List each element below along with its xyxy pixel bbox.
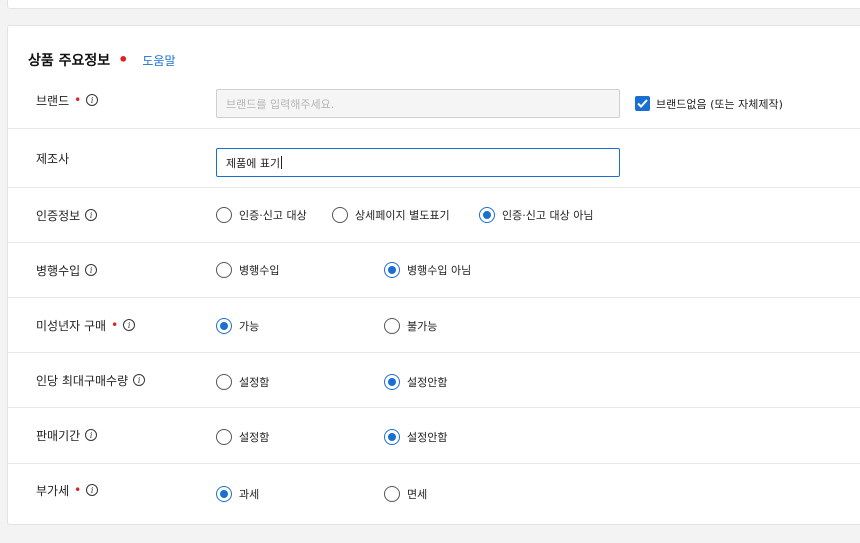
info-icon[interactable]: i bbox=[85, 264, 98, 276]
parallel-import-option-1[interactable]: 병행수입 아님 bbox=[384, 262, 471, 278]
manufacturer-row: 제조사 제품에 표기 bbox=[8, 128, 860, 188]
required-dot: • bbox=[74, 93, 82, 107]
vat-label-text: 부가세 bbox=[36, 483, 70, 498]
certification-label-text: 인증정보 bbox=[36, 208, 81, 223]
certification-option-1[interactable]: 상세페이지 별도표기 bbox=[332, 207, 450, 223]
required-dot: • bbox=[111, 318, 119, 332]
minor-purchase-option-0[interactable]: 가능 bbox=[216, 318, 259, 334]
vat-option-1[interactable]: 면세 bbox=[384, 486, 427, 502]
minor-purchase-option-1[interactable]: 불가능 bbox=[384, 318, 437, 334]
vat-row: 부가세 • i 과세 면세 bbox=[8, 464, 860, 522]
radio-icon[interactable] bbox=[384, 318, 400, 334]
max-purchase-row: 인당 최대구매수량 i 설정함 설정안함 bbox=[8, 353, 860, 408]
brand-label: 브랜드 • i bbox=[36, 90, 99, 110]
info-icon[interactable]: i bbox=[85, 429, 98, 441]
required-dot: • bbox=[74, 483, 82, 497]
sale-period-label-text: 판매기간 bbox=[36, 428, 81, 443]
certification-label: 인증정보 i bbox=[36, 205, 98, 225]
certification-row: 인증정보 i 인증·신고 대상 상세페이지 별도표기 인증·신고 대상 아님 bbox=[8, 188, 860, 243]
sale-period-option-1[interactable]: 설정안함 bbox=[384, 429, 447, 445]
certification-option-0[interactable]: 인증·신고 대상 bbox=[216, 207, 307, 223]
sale-period-option-0[interactable]: 설정함 bbox=[216, 429, 269, 445]
radio-label: 설정안함 bbox=[407, 431, 448, 444]
radio-label: 설정함 bbox=[239, 376, 270, 389]
radio-label: 면세 bbox=[407, 488, 428, 501]
radio-checked-icon[interactable] bbox=[479, 207, 495, 223]
radio-icon[interactable] bbox=[216, 429, 232, 445]
radio-icon[interactable] bbox=[216, 207, 232, 223]
info-icon[interactable]: i bbox=[85, 209, 98, 221]
radio-checked-icon[interactable] bbox=[384, 429, 400, 445]
radio-label: 상세페이지 별도표기 bbox=[355, 209, 450, 222]
manufacturer-label: 제조사 bbox=[36, 148, 69, 168]
max-purchase-option-0[interactable]: 설정함 bbox=[216, 374, 269, 390]
minor-purchase-row: 미성년자 구매 • i 가능 불가능 bbox=[8, 298, 860, 353]
previous-card bbox=[7, 0, 860, 9]
checkbox-checked-icon[interactable] bbox=[635, 96, 650, 111]
sale-period-label: 판매기간 i bbox=[36, 425, 98, 445]
radio-label: 인증·신고 대상 아님 bbox=[502, 209, 594, 222]
parallel-import-row: 병행수입 i 병행수입 병행수입 아님 bbox=[8, 243, 860, 298]
parallel-import-option-0[interactable]: 병행수입 bbox=[216, 262, 279, 278]
max-purchase-label-text: 인당 최대구매수량 bbox=[36, 373, 129, 388]
parallel-import-label-text: 병행수입 bbox=[36, 263, 81, 278]
parallel-import-label: 병행수입 i bbox=[36, 260, 98, 280]
radio-label: 병행수입 아님 bbox=[407, 264, 472, 277]
help-link[interactable]: 도움말 bbox=[142, 52, 175, 69]
radio-icon[interactable] bbox=[384, 486, 400, 502]
radio-label: 과세 bbox=[239, 488, 260, 501]
info-icon[interactable]: i bbox=[123, 319, 136, 331]
radio-icon[interactable] bbox=[216, 262, 232, 278]
brand-label-text: 브랜드 bbox=[36, 93, 70, 108]
radio-label: 가능 bbox=[239, 320, 260, 333]
max-purchase-label: 인당 최대구매수량 i bbox=[36, 370, 146, 390]
radio-icon[interactable] bbox=[216, 374, 232, 390]
certification-option-2[interactable]: 인증·신고 대상 아님 bbox=[479, 207, 593, 223]
brand-input-placeholder: 브랜드를 입력해주세요. bbox=[226, 97, 335, 111]
brand-input[interactable]: 브랜드를 입력해주세요. bbox=[216, 89, 620, 118]
radio-checked-icon[interactable] bbox=[216, 318, 232, 334]
required-dot: • bbox=[118, 50, 129, 69]
no-brand-checkbox[interactable]: 브랜드없음 (또는 자체제작) bbox=[635, 95, 783, 112]
vat-label: 부가세 • i bbox=[36, 480, 99, 500]
radio-checked-icon[interactable] bbox=[384, 374, 400, 390]
section-title: 상품 주요정보 • 도움말 bbox=[28, 50, 176, 70]
radio-label: 불가능 bbox=[407, 320, 438, 333]
text-caret bbox=[281, 156, 283, 169]
radio-checked-icon[interactable] bbox=[216, 486, 232, 502]
manufacturer-label-text: 제조사 bbox=[36, 151, 70, 166]
manufacturer-input-value: 제품에 표기 bbox=[226, 156, 281, 170]
radio-checked-icon[interactable] bbox=[384, 262, 400, 278]
section-title-text: 상품 주요정보 bbox=[28, 53, 111, 69]
manufacturer-input[interactable]: 제품에 표기 bbox=[216, 148, 620, 177]
minor-purchase-label: 미성년자 구매 • i bbox=[36, 315, 136, 335]
max-purchase-option-1[interactable]: 설정안함 bbox=[384, 374, 447, 390]
radio-label: 설정안함 bbox=[407, 376, 448, 389]
sale-period-row: 판매기간 i 설정함 설정안함 bbox=[8, 408, 860, 464]
radio-label: 설정함 bbox=[239, 431, 270, 444]
radio-icon[interactable] bbox=[332, 207, 348, 223]
minor-purchase-label-text: 미성년자 구매 bbox=[36, 318, 107, 333]
vat-option-0[interactable]: 과세 bbox=[216, 486, 259, 502]
info-icon[interactable]: i bbox=[86, 484, 99, 496]
info-icon[interactable]: i bbox=[133, 374, 146, 386]
info-icon[interactable]: i bbox=[86, 94, 99, 106]
no-brand-label: 브랜드없음 (또는 자체제작) bbox=[656, 97, 783, 111]
brand-row: 브랜드 • i 브랜드를 입력해주세요. 브랜드없음 (또는 자체제작) bbox=[8, 80, 860, 129]
radio-label: 병행수입 bbox=[239, 264, 280, 277]
radio-label: 인증·신고 대상 bbox=[239, 209, 307, 222]
